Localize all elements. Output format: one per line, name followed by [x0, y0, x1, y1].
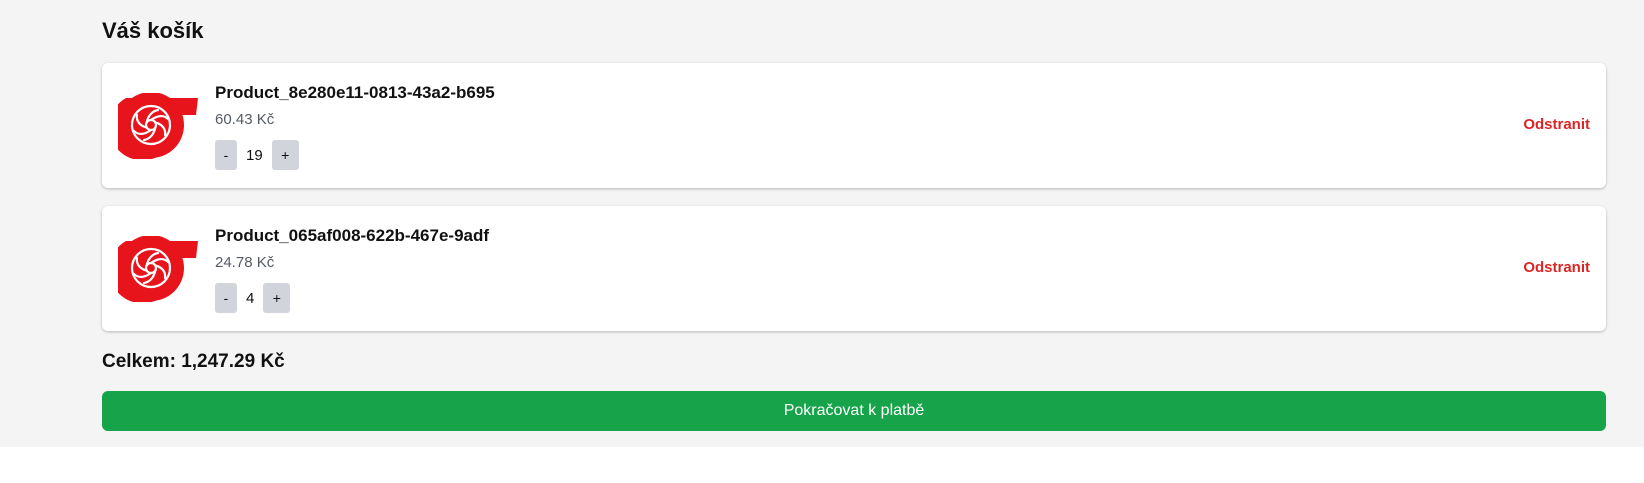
increase-quantity-button[interactable]: + [263, 283, 291, 313]
cart-total: Celkem: 1,247.29 Kč [102, 351, 285, 372]
product-name: Product_065af008-622b-467e-9adf [215, 226, 490, 245]
remove-item-button[interactable]: Odstranit [1523, 259, 1590, 276]
product-image-fan-icon [118, 236, 200, 302]
turbo-fan-icon [118, 236, 198, 302]
checkout-button[interactable]: Pokračovat k platbě [102, 391, 1606, 431]
decrease-quantity-button[interactable]: - [215, 283, 237, 313]
page-title: Váš košík [102, 18, 204, 43]
quantity-value: 19 [246, 146, 263, 164]
cart-item: Product_8e280e11-0813-43a2-b695 60.43 Kč… [102, 63, 1606, 188]
product-name: Product_8e280e11-0813-43a2-b695 [215, 83, 495, 102]
increase-quantity-button[interactable]: + [271, 140, 299, 170]
remove-item-button[interactable]: Odstranit [1523, 116, 1590, 133]
product-price: 24.78 Kč [215, 254, 275, 271]
quantity-stepper: - 4 + [215, 283, 291, 313]
turbo-fan-icon [118, 93, 198, 159]
decrease-quantity-button[interactable]: - [215, 140, 237, 170]
product-image-fan-icon [118, 93, 200, 159]
cart-item: Product_065af008-622b-467e-9adf 24.78 Kč… [102, 206, 1606, 331]
product-price: 60.43 Kč [215, 111, 275, 128]
quantity-value: 4 [246, 289, 255, 307]
quantity-stepper: - 19 + [215, 140, 299, 170]
